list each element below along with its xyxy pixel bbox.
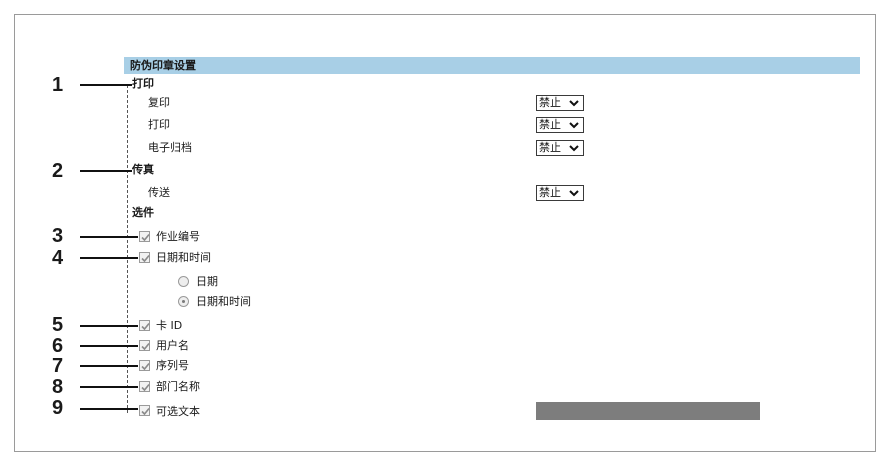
efiling-label: 电子归档 xyxy=(148,141,192,154)
checkmark-icon xyxy=(141,383,150,392)
chevron-down-icon xyxy=(569,190,579,197)
callout-3-line xyxy=(80,236,138,238)
callout-3: 3 xyxy=(52,225,64,247)
job-number-checkbox[interactable] xyxy=(139,231,150,242)
date-time-radio-label: 日期和时间 xyxy=(196,295,251,308)
callout-8-line xyxy=(80,386,138,388)
efiling-select[interactable]: 禁止 xyxy=(536,140,584,156)
print-select-value: 禁止 xyxy=(539,118,561,131)
callout-1-line xyxy=(80,84,132,86)
print-select[interactable]: 禁止 xyxy=(536,117,584,133)
callout-4: 4 xyxy=(52,247,64,269)
date-time-radio[interactable] xyxy=(178,296,189,307)
callout-2: 2 xyxy=(52,160,64,182)
user-name-checkbox[interactable] xyxy=(139,340,150,351)
callout-7-line xyxy=(80,365,138,367)
date-time-label: 日期和时间 xyxy=(156,251,211,264)
callout-6-line xyxy=(80,345,138,347)
copy-select[interactable]: 禁止 xyxy=(536,95,584,111)
callout-9: 9 xyxy=(52,397,64,419)
send-select-value: 禁止 xyxy=(539,186,561,199)
checkmark-icon xyxy=(141,342,150,351)
department-name-checkbox[interactable] xyxy=(139,381,150,392)
checkmark-icon xyxy=(141,362,150,371)
callout-7: 7 xyxy=(52,355,64,377)
checkmark-icon xyxy=(141,233,150,242)
callout-4-line xyxy=(80,257,138,259)
section-header-bar xyxy=(124,57,860,74)
fax-section-label: 传真 xyxy=(132,163,154,176)
copy-select-value: 禁止 xyxy=(539,96,561,109)
callout-2-line xyxy=(80,170,132,172)
send-label: 传送 xyxy=(148,186,170,199)
serial-number-checkbox[interactable] xyxy=(139,360,150,371)
print-section-label: 打印 xyxy=(132,77,154,90)
print-label: 打印 xyxy=(148,118,170,131)
callout-9-line xyxy=(80,408,138,410)
callout-8: 8 xyxy=(52,376,64,398)
callout-5-line xyxy=(80,325,138,327)
callout-guide-line xyxy=(127,85,129,413)
user-name-label: 用户名 xyxy=(156,339,189,352)
optional-text-checkbox[interactable] xyxy=(139,405,150,416)
efiling-select-value: 禁止 xyxy=(539,141,561,154)
optional-text-label: 可选文本 xyxy=(156,405,200,418)
chevron-down-icon xyxy=(569,122,579,129)
copy-label: 复印 xyxy=(148,96,170,109)
checkmark-icon xyxy=(141,407,150,416)
send-select[interactable]: 禁止 xyxy=(536,185,584,201)
callout-1: 1 xyxy=(52,74,64,96)
serial-number-label: 序列号 xyxy=(156,359,189,372)
date-radio[interactable] xyxy=(178,276,189,287)
date-time-checkbox[interactable] xyxy=(139,252,150,263)
callout-6: 6 xyxy=(52,335,64,357)
callout-5: 5 xyxy=(52,314,64,336)
card-id-label: 卡 ID xyxy=(156,319,183,332)
card-id-checkbox[interactable] xyxy=(139,320,150,331)
department-name-label: 部门名称 xyxy=(156,380,200,393)
date-radio-label: 日期 xyxy=(196,275,218,288)
chevron-down-icon xyxy=(569,100,579,107)
options-section-label: 选件 xyxy=(132,206,154,219)
checkmark-icon xyxy=(141,254,150,263)
job-number-label: 作业编号 xyxy=(156,230,200,243)
optional-text-input[interactable] xyxy=(536,402,760,420)
chevron-down-icon xyxy=(569,145,579,152)
page-title: 防伪印章设置 xyxy=(130,59,196,72)
checkmark-icon xyxy=(141,322,150,331)
